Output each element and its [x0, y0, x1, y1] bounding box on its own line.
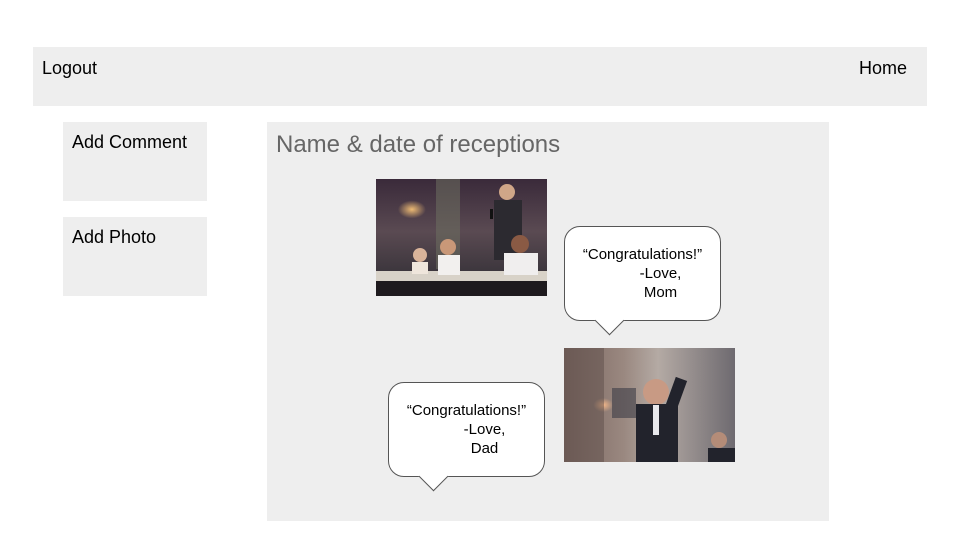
add-comment-button[interactable]: Add Comment [63, 122, 207, 201]
reception-panel: Name & date of receptions “Congratulatio… [267, 122, 829, 521]
comment-author: Mom [643, 284, 678, 301]
add-photo-label: Add Photo [72, 227, 157, 247]
comment-sign-off: -Love, [463, 421, 506, 438]
reception-photo-toast-image [376, 179, 547, 296]
top-nav-bar: Logout Home [33, 47, 927, 106]
comment-author: Dad [470, 440, 499, 457]
reception-photo-toast[interactable] [376, 179, 547, 296]
comment-bubble-mom[interactable]: “Congratulations!” -Love, Mom [564, 226, 721, 336]
page: Logout Home Add Comment Add Photo Name &… [0, 0, 960, 540]
panel-title: Name & date of receptions [276, 131, 561, 158]
reception-photo-speech-image [564, 348, 735, 462]
comment-sign-off: -Love, [639, 265, 682, 282]
add-photo-button[interactable]: Add Photo [63, 217, 207, 296]
comment-bubble-dad[interactable]: “Congratulations!” -Love, Dad [388, 382, 545, 492]
comment-text: “Congratulations!” [582, 246, 703, 263]
add-comment-label: Add Comment [72, 132, 188, 152]
comment-text: “Congratulations!” [406, 402, 527, 419]
home-link[interactable]: Home [859, 58, 907, 79]
speech-bubble-tail [594, 305, 625, 336]
logout-link[interactable]: Logout [42, 58, 97, 79]
speech-bubble-tail [418, 461, 449, 492]
reception-photo-speech[interactable] [564, 348, 735, 462]
